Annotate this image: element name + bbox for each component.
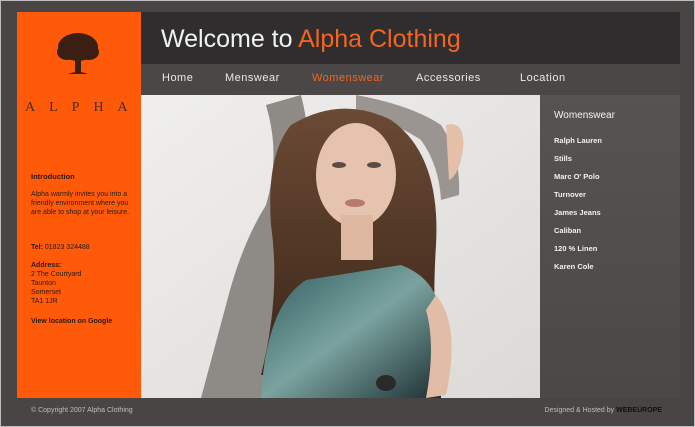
brand-link-karen-cole[interactable]: Karen Cole: [554, 262, 602, 280]
tel-line: Tel: 01823 324488: [31, 243, 135, 252]
brand-link-marc-o-polo[interactable]: Marc O' Polo: [554, 172, 602, 190]
brand-link-120-linen[interactable]: 120 % Linen: [554, 244, 602, 262]
model-photo-illustration: [141, 95, 540, 398]
left-sidebar: ALPHA Introduction Alpha warmly invites …: [17, 12, 141, 398]
webeurope-link[interactable]: WEBEUROPE: [616, 407, 662, 414]
tree-logo-icon: [57, 33, 99, 74]
credit-text: Designed & Hosted by: [544, 407, 617, 414]
page-footer: © Copyright 2007 Alpha Clothing Designed…: [17, 398, 680, 425]
nav-item-location[interactable]: Location: [520, 72, 566, 84]
copyright-text: © Copyright 2007 Alpha Clothing: [31, 407, 133, 414]
nav-item-womenswear[interactable]: Womenswear: [312, 72, 384, 84]
brand-link-turnover[interactable]: Turnover: [554, 190, 602, 208]
page-header: Welcome to Alpha Clothing: [141, 12, 680, 64]
title-accent: Alpha Clothing: [298, 25, 461, 53]
nav-item-menswear[interactable]: Menswear: [225, 72, 280, 84]
intro-text: Alpha warmly invites you into a friendly…: [31, 191, 130, 216]
address-line: Taunton: [31, 280, 56, 287]
tel-label: Tel:: [31, 244, 43, 251]
nav-item-home[interactable]: Home: [162, 72, 193, 84]
address-line: Somerset: [31, 289, 61, 296]
address-line: TA1 1JR: [31, 298, 58, 305]
hosting-credit: Designed & Hosted by WEBEUROPE: [544, 407, 662, 414]
brand-link-ralph-lauren[interactable]: Ralph Lauren: [554, 136, 602, 154]
main-nav: Home Menswear Womenswear Accessories Loc…: [141, 64, 680, 95]
logo-wordmark: ALPHA: [25, 100, 142, 115]
title-plain: Welcome to: [161, 25, 299, 53]
brand-link-caliban[interactable]: Caliban: [554, 226, 602, 244]
brand-link-james-jeans[interactable]: James Jeans: [554, 208, 602, 226]
tel-value: 01823 324488: [44, 244, 90, 251]
brand-list: Ralph Lauren Stills Marc O' Polo Turnove…: [554, 136, 602, 280]
intro-heading: Introduction: [31, 172, 75, 181]
brand-panel-heading: Womenswear: [554, 110, 615, 121]
address-label: Address:: [31, 262, 62, 269]
brand-link-stills[interactable]: Stills: [554, 154, 602, 172]
intro-section: Introduction Alpha warmly invites you in…: [31, 172, 135, 326]
nav-item-accessories[interactable]: Accessories: [416, 72, 481, 84]
brand-panel: Womenswear Ralph Lauren Stills Marc O' P…: [540, 95, 680, 398]
address-line: 2 The Courtyard: [31, 271, 82, 278]
hero-photo: [141, 95, 540, 398]
page-title: Welcome to Alpha Clothing: [161, 25, 461, 54]
google-map-link[interactable]: View location on Google: [31, 317, 135, 326]
